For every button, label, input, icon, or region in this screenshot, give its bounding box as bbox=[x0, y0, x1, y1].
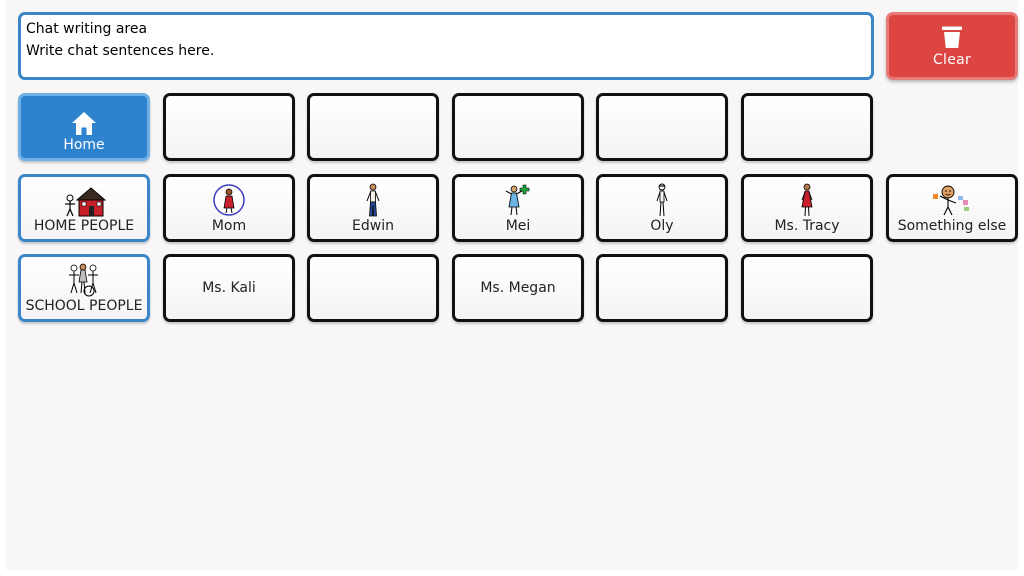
clear-label: Clear bbox=[932, 51, 972, 68]
mom-label: Mom bbox=[211, 217, 247, 234]
something-else-label: Something else bbox=[897, 217, 1007, 234]
empty-tile[interactable] bbox=[163, 93, 295, 161]
communication-board: Chat writing area Write chat sentences h… bbox=[6, 0, 1018, 570]
nurse-icon bbox=[505, 184, 530, 215]
chat-writing-area[interactable]: Chat writing area Write chat sentences h… bbox=[18, 12, 874, 80]
group-of-people-icon bbox=[69, 263, 98, 296]
empty-tile[interactable] bbox=[452, 93, 584, 161]
man-icon bbox=[366, 183, 380, 216]
clear-button[interactable]: Clear bbox=[886, 12, 1018, 80]
ms-megan-label: Ms. Megan bbox=[480, 280, 556, 296]
house-with-person-icon bbox=[65, 186, 106, 216]
oly-tile[interactable]: Oly bbox=[596, 174, 728, 242]
mei-tile[interactable]: Mei bbox=[452, 174, 584, 242]
ms-kali-tile[interactable]: Ms. Kali bbox=[163, 254, 295, 322]
school-people-folder[interactable]: SCHOOL PEOPLE bbox=[18, 254, 150, 322]
chat-placeholder: Write chat sentences here. bbox=[26, 43, 215, 59]
home-label: Home bbox=[63, 136, 105, 153]
something-else-tile[interactable]: Something else bbox=[886, 174, 1018, 242]
ms-megan-tile[interactable]: Ms. Megan bbox=[452, 254, 584, 322]
oly-label: Oly bbox=[650, 217, 674, 234]
home-people-label: HOME PEOPLE bbox=[33, 217, 135, 234]
ms-kali-label: Ms. Kali bbox=[202, 280, 256, 296]
mom-tile[interactable]: Mom bbox=[163, 174, 295, 242]
mei-label: Mei bbox=[505, 217, 531, 234]
trash-icon bbox=[942, 26, 962, 48]
ms-tracy-tile[interactable]: Ms. Tracy bbox=[741, 174, 873, 242]
ms-tracy-label: Ms. Tracy bbox=[774, 217, 840, 234]
mom-icon bbox=[213, 183, 245, 216]
empty-tile[interactable] bbox=[307, 93, 439, 161]
empty-tile[interactable] bbox=[596, 93, 728, 161]
empty-tile[interactable] bbox=[596, 254, 728, 322]
empty-tile[interactable] bbox=[741, 93, 873, 161]
empty-tile[interactable] bbox=[307, 254, 439, 322]
woman-icon bbox=[801, 183, 813, 216]
home-button[interactable]: Home bbox=[18, 93, 150, 161]
edwin-label: Edwin bbox=[352, 217, 394, 234]
person-icon bbox=[656, 183, 668, 216]
home-icon bbox=[72, 111, 96, 135]
chat-title: Chat writing area bbox=[26, 21, 148, 37]
home-people-folder[interactable]: HOME PEOPLE bbox=[18, 174, 150, 242]
school-people-label: SCHOOL PEOPLE bbox=[25, 297, 143, 314]
empty-tile[interactable] bbox=[741, 254, 873, 322]
edwin-tile[interactable]: Edwin bbox=[307, 174, 439, 242]
person-with-items-icon bbox=[933, 185, 969, 215]
